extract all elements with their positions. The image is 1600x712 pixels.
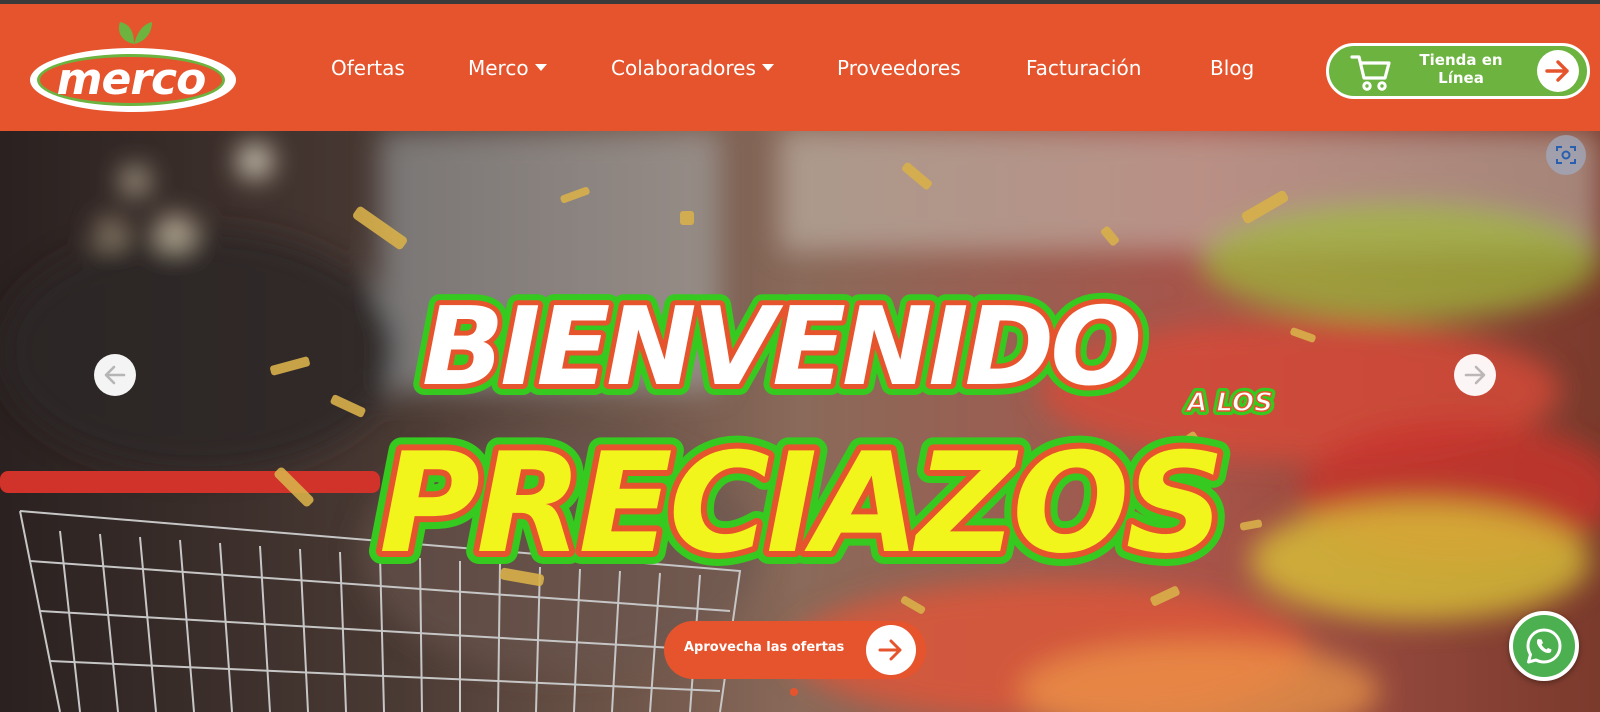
nav-blog[interactable]: Blog: [1210, 56, 1254, 80]
cta-label: Aprovecha las ofertas: [684, 640, 845, 655]
nav-facturacion[interactable]: Facturación: [1026, 56, 1141, 80]
arrow-right-icon: [1537, 50, 1579, 92]
nav-ofertas[interactable]: Ofertas: [331, 56, 405, 80]
whatsapp-button[interactable]: [1509, 611, 1579, 681]
cart-icon: [1350, 55, 1391, 91]
hero-carousel: BIENVENIDO BIENVENIDO BIENVENIDO A LOS A…: [0, 131, 1600, 712]
arrow-right-icon: [866, 625, 916, 675]
carousel-prev-button[interactable]: [94, 354, 136, 396]
arrow-left-icon: [104, 365, 126, 385]
nav-merco[interactable]: Merco: [468, 56, 547, 80]
headline-preciazos: PRECIAZOS: [379, 423, 1221, 584]
caret-down-icon: [761, 64, 774, 71]
scan-icon: [1556, 146, 1576, 164]
nav-label: Blog: [1210, 56, 1255, 80]
arrow-right-icon: [1464, 365, 1486, 385]
carousel-next-button[interactable]: [1454, 354, 1496, 396]
aprovecha-ofertas-button[interactable]: Aprovecha las ofertas: [664, 621, 926, 679]
leaf-icon: [118, 22, 152, 44]
nav-label: Merco: [468, 56, 529, 80]
shop-label-line2: Línea: [1438, 69, 1484, 87]
logo-text: merco: [56, 54, 207, 105]
shop-button-label: Tienda en Línea: [1411, 51, 1511, 87]
nav-label: Colaboradores: [611, 56, 756, 80]
shop-label-line1: Tienda en: [1419, 51, 1503, 69]
tienda-en-linea-button[interactable]: Tienda en Línea: [1326, 43, 1590, 99]
scan-image-button[interactable]: [1546, 135, 1586, 175]
nav-label: Proveedores: [837, 56, 961, 80]
whatsapp-icon: [1526, 628, 1562, 664]
navbar: merco Ofertas Merco Colaboradores Provee…: [0, 4, 1600, 131]
caret-down-icon: [534, 64, 547, 71]
merco-logo[interactable]: merco: [28, 18, 238, 114]
nav-proveedores[interactable]: Proveedores: [837, 56, 961, 80]
nav-label: Ofertas: [331, 56, 405, 80]
nav-label: Facturación: [1026, 56, 1142, 80]
headline-a-los: A LOS: [1185, 388, 1273, 418]
carousel-indicator-active[interactable]: [790, 688, 798, 696]
nav-colaboradores[interactable]: Colaboradores: [611, 56, 774, 80]
headline-bienvenido: BIENVENIDO: [422, 285, 1138, 410]
